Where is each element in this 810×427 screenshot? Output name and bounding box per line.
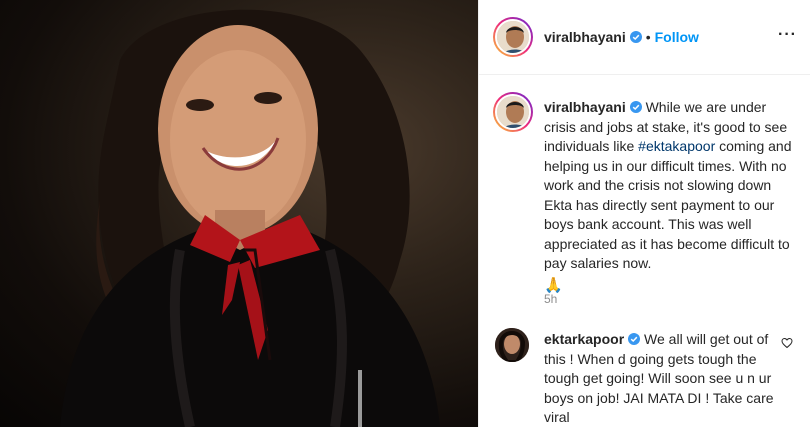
header-username[interactable]: viralbhayani <box>544 29 626 45</box>
caption-story-ring[interactable] <box>493 92 533 132</box>
comment-avatar[interactable] <box>495 328 529 362</box>
separator-dot: • <box>645 29 651 45</box>
post-photo-illustration <box>60 9 440 427</box>
post-side-panel: viralbhayani • Follow ··· viralbhayani Whi… <box>478 0 810 427</box>
avatar[interactable] <box>495 19 531 55</box>
heart-icon[interactable] <box>781 337 793 349</box>
caption-avatar[interactable] <box>495 94 531 130</box>
caption-text-part2: coming and helping us in our difficult t… <box>544 138 792 271</box>
caption-text: viralbhayani While we are under crisis a… <box>544 98 794 295</box>
follow-button[interactable]: Follow <box>655 29 699 45</box>
post-photo[interactable] <box>0 0 478 427</box>
caption-username[interactable]: viralbhayani <box>544 99 626 115</box>
avatar-image <box>497 96 529 128</box>
verified-badge-icon <box>629 31 642 43</box>
avatar-image <box>497 21 529 53</box>
verified-badge-icon <box>629 101 642 113</box>
more-options-icon[interactable]: ··· <box>778 26 797 44</box>
story-ring[interactable] <box>493 17 533 57</box>
comment-text-block: ektarkapoor We all will get out of this … <box>544 330 774 427</box>
hashtag-link[interactable]: #ektakapoor <box>638 138 715 154</box>
post-timestamp[interactable]: 5h <box>544 292 557 306</box>
avatar-image <box>495 328 529 362</box>
comment-username[interactable]: ektarkapoor <box>544 331 624 347</box>
verified-badge-icon <box>628 333 641 345</box>
post-header: viralbhayani • Follow ··· <box>479 0 810 75</box>
